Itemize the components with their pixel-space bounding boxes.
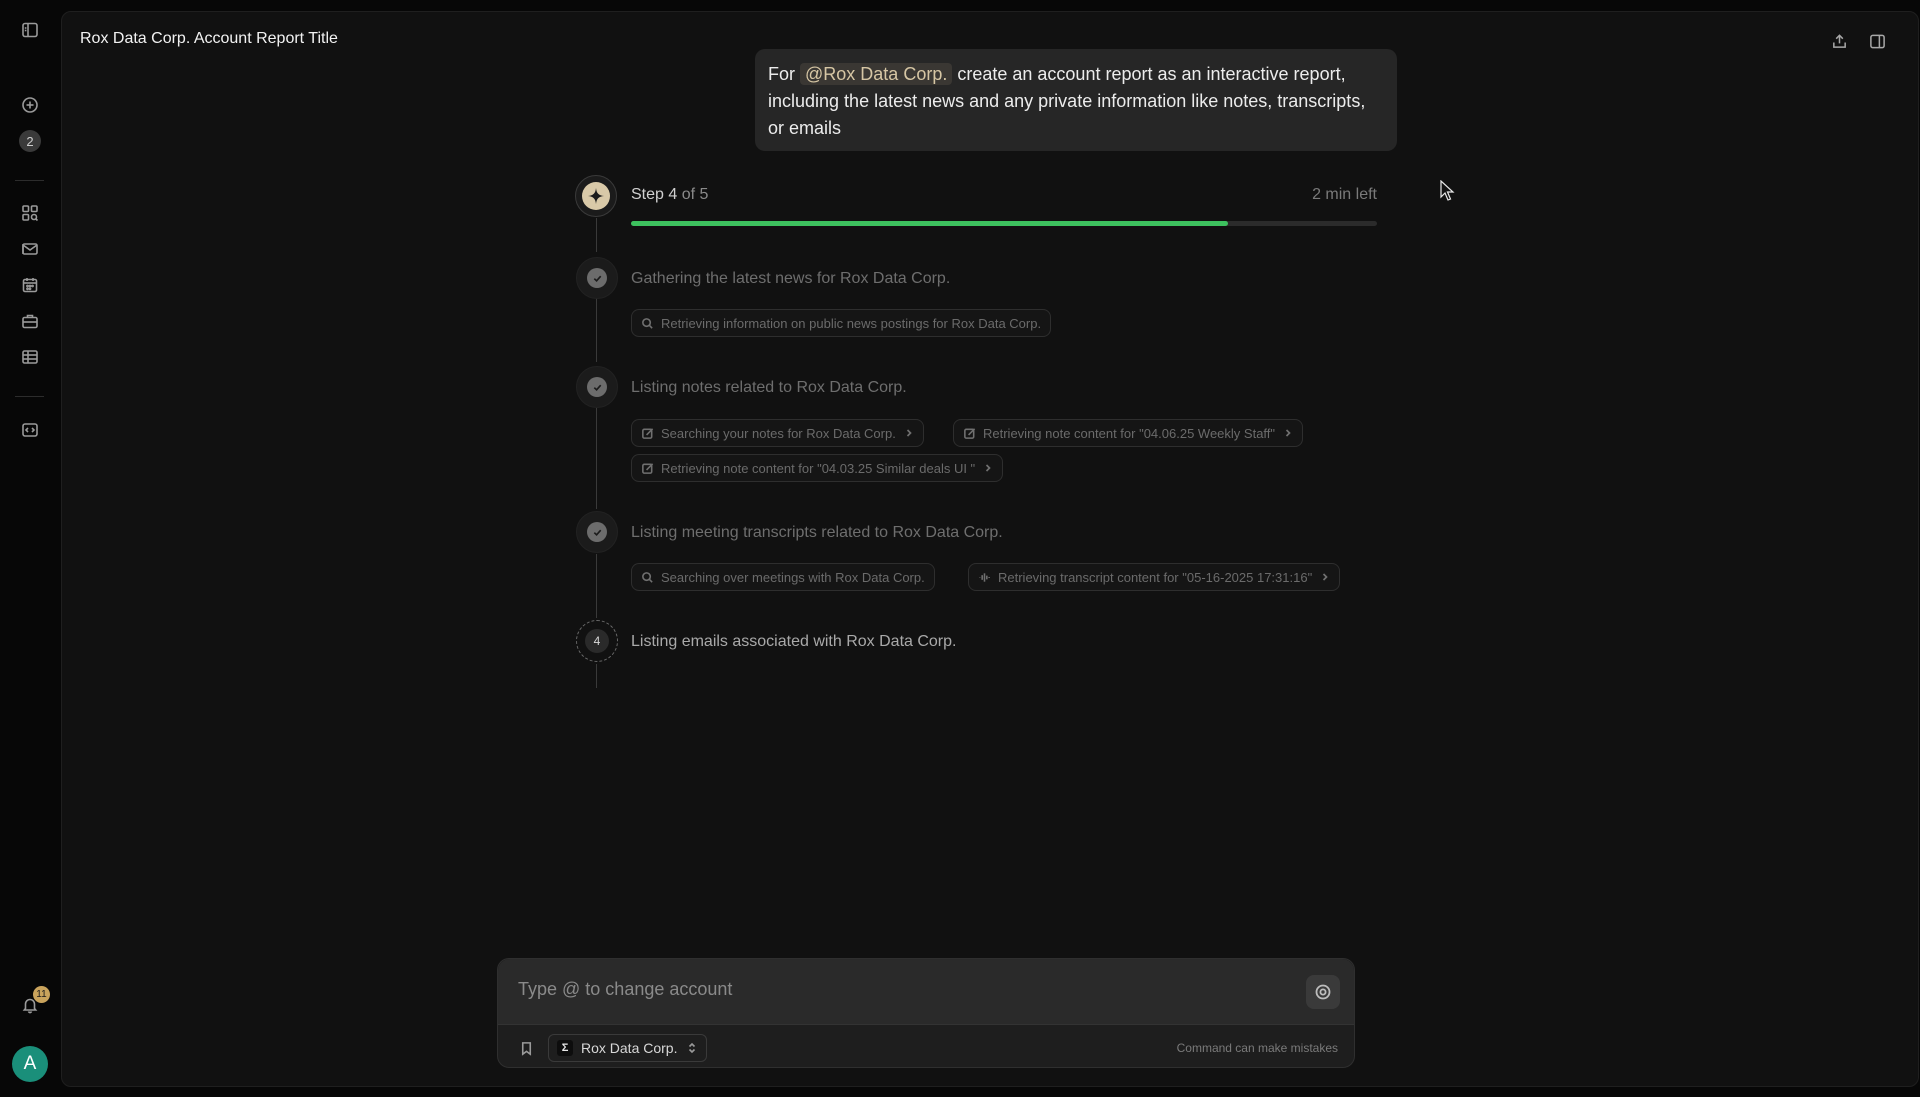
- account-selector-label: Rox Data Corp.: [581, 1040, 678, 1056]
- inbox-icon[interactable]: [18, 237, 42, 261]
- step-action-chip[interactable]: Retrieving transcript content for "05-16…: [968, 563, 1341, 591]
- disclaimer-text: Command can make mistakes: [1176, 1041, 1338, 1055]
- chevron-right-icon: [906, 429, 912, 437]
- step-number: 4: [585, 629, 609, 653]
- step-title: Listing emails associated with Rox Data …: [631, 633, 957, 650]
- target-icon: [1315, 984, 1331, 1000]
- step-action-chip[interactable]: Retrieving note content for "04.06.25 We…: [953, 419, 1304, 447]
- sidebar: 2 11 A: [0, 0, 60, 1097]
- step-title: Listing meeting transcripts related to R…: [631, 524, 1003, 541]
- chevron-up-down-icon: [689, 1042, 696, 1054]
- search-icon: [642, 317, 653, 329]
- step-complete-icon: [576, 257, 618, 299]
- timeline-connector: [596, 664, 597, 688]
- step-title: Gathering the latest news for Rox Data C…: [631, 270, 951, 287]
- time-remaining: 2 min left: [1312, 186, 1377, 203]
- user-avatar[interactable]: A: [12, 1046, 48, 1082]
- send-button[interactable]: [1306, 975, 1340, 1009]
- sidebar-counter-badge[interactable]: 2: [19, 130, 41, 152]
- sidebar-divider: [15, 180, 44, 181]
- timeline-connector: [596, 554, 597, 618]
- step-total: 5: [699, 186, 709, 203]
- chip-label: Retrieving transcript content for "05-16…: [998, 569, 1313, 585]
- progress-bar: [631, 221, 1377, 226]
- notification-count-badge: 11: [33, 986, 50, 1003]
- step-word: Step: [631, 186, 664, 203]
- share-icon[interactable]: [1828, 30, 1850, 52]
- user-prompt-bubble: For @Rox Data Corp. create an account re…: [755, 49, 1397, 151]
- toggle-sidebar-icon[interactable]: [18, 18, 42, 42]
- step-action-chip[interactable]: Searching over meetings with Rox Data Co…: [631, 563, 935, 591]
- step-title: Listing notes related to Rox Data Corp.: [631, 379, 907, 396]
- chevron-right-icon: [1285, 429, 1291, 437]
- edit-icon: [964, 427, 976, 439]
- chevron-right-icon: [1323, 573, 1328, 581]
- bookmark-icon[interactable]: [516, 1038, 536, 1058]
- chip-label: Searching your notes for Rox Data Corp.: [661, 425, 896, 441]
- step-indicator: Step 4 of 5: [631, 186, 708, 204]
- account-mention[interactable]: @Rox Data Corp.: [800, 63, 953, 85]
- account-selector[interactable]: Σ Rox Data Corp.: [548, 1034, 708, 1062]
- sidebar-divider: [15, 396, 44, 397]
- prompt-prefix: For: [768, 64, 795, 84]
- chip-label: Retrieving information on public news po…: [661, 315, 1042, 331]
- code-icon[interactable]: [18, 418, 42, 442]
- page-title: Rox Data Corp. Account Report Title: [80, 30, 338, 47]
- chevron-right-icon: [986, 464, 991, 472]
- step-complete-icon: [576, 511, 618, 553]
- timeline-connector: [596, 408, 597, 509]
- edit-icon: [642, 462, 654, 474]
- mouse-cursor-icon: [1440, 180, 1455, 201]
- step-action-chip[interactable]: Retrieving information on public news po…: [631, 309, 1052, 337]
- step-in-progress-icon: 4: [576, 620, 618, 662]
- composer-input-area: [498, 959, 1354, 1025]
- briefcase-icon[interactable]: [18, 309, 42, 333]
- chip-label: Retrieving note content for "04.06.25 We…: [983, 425, 1276, 441]
- step-current: 4: [668, 186, 678, 203]
- table-icon[interactable]: [18, 345, 42, 369]
- sparkle-icon: [582, 182, 610, 210]
- chip-label: Searching over meetings with Rox Data Co…: [661, 569, 925, 585]
- message-input[interactable]: [518, 979, 1278, 1000]
- main-panel: Rox Data Corp. Account Report Title For …: [61, 11, 1919, 1087]
- chip-label: Retrieving note content for "04.03.25 Si…: [661, 460, 976, 476]
- composer: Σ Rox Data Corp. Command can make mistak…: [497, 958, 1355, 1068]
- audio-icon: [979, 572, 990, 582]
- assistant-logo: [575, 175, 617, 217]
- new-chat-icon[interactable]: [18, 93, 42, 117]
- search-icon: [642, 571, 653, 583]
- toggle-right-panel-icon[interactable]: [1866, 30, 1888, 52]
- step-of: of: [681, 186, 696, 203]
- dashboard-icon[interactable]: [18, 201, 42, 225]
- step-complete-icon: [576, 366, 618, 408]
- calendar-icon[interactable]: [18, 273, 42, 297]
- timeline-connector: [596, 218, 597, 252]
- edit-icon: [642, 427, 654, 439]
- step-action-chip[interactable]: Searching your notes for Rox Data Corp.: [631, 419, 924, 447]
- progress-bar-fill: [631, 221, 1228, 226]
- timeline-connector: [596, 298, 597, 362]
- account-logo-icon: Σ: [557, 1040, 573, 1056]
- step-action-chip[interactable]: Retrieving note content for "04.03.25 Si…: [631, 454, 1004, 482]
